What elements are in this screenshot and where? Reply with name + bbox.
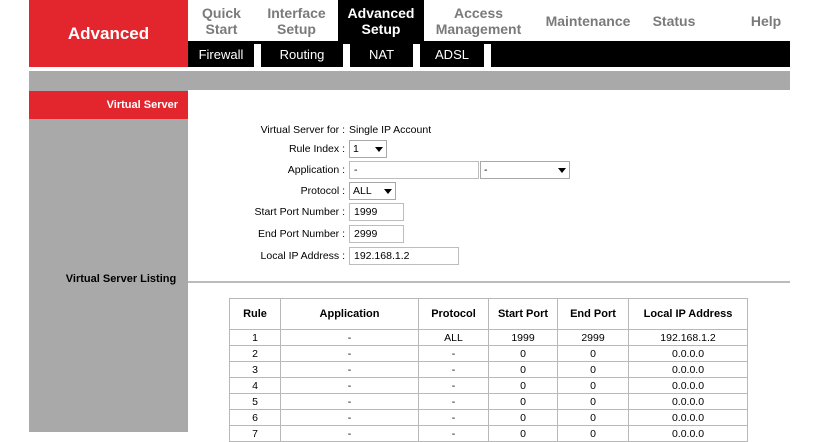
start-port-input[interactable] — [349, 203, 404, 221]
rule-index-label: Rule Index : — [288, 143, 345, 155]
column-header: Local IP Address — [628, 298, 748, 330]
local-ip-label: Local IP Address : — [260, 250, 345, 262]
chevron-down-icon — [375, 146, 383, 152]
tab-help[interactable]: Help — [736, 0, 796, 41]
sub-navigation: Firewall Routing NAT ADSL — [188, 41, 790, 67]
table-row: 4- -0 0 0.0.0.0 — [229, 377, 748, 394]
local-ip-input[interactable] — [349, 247, 459, 265]
tab-advanced-setup[interactable]: Advanced Setup — [338, 0, 424, 41]
brand-tab: Advanced — [29, 0, 188, 67]
virtual-server-for-label: Virtual Server for : — [260, 124, 345, 136]
table-cell: 0 — [488, 361, 558, 378]
table-cell: 0 — [557, 409, 629, 426]
subnav-divider — [413, 44, 420, 67]
table-cell: - — [280, 361, 419, 378]
table-cell: 0.0.0.0 — [628, 393, 748, 410]
chevron-down-icon — [384, 188, 392, 194]
column-header: Application — [280, 298, 419, 330]
table-cell: 0 — [557, 377, 629, 394]
protocol-label: Protocol : — [300, 185, 345, 197]
table-cell: 0 — [488, 409, 558, 426]
chevron-down-icon — [558, 167, 566, 173]
table-row: 5- -0 0 0.0.0.0 — [229, 393, 748, 410]
table-cell: ALL — [418, 329, 489, 346]
end-port-input[interactable] — [349, 225, 404, 243]
subtab-firewall[interactable]: Firewall — [188, 41, 254, 67]
table-row: 2- -0 0 0.0.0.0 — [229, 345, 748, 362]
table-cell: 7 — [229, 425, 281, 442]
table-cell: - — [418, 409, 489, 426]
table-cell: 0 — [557, 425, 629, 442]
column-header: End Port — [557, 298, 629, 330]
table-cell: 0 — [557, 393, 629, 410]
table-row: 6- -0 0 0.0.0.0 — [229, 409, 748, 426]
table-cell: 3 — [229, 361, 281, 378]
tab-interface-setup[interactable]: Interface Setup — [255, 0, 338, 41]
subtab-adsl[interactable]: ADSL — [420, 41, 484, 67]
table-cell: 2 — [229, 345, 281, 362]
subtab-routing[interactable]: Routing — [261, 41, 343, 67]
start-port-label: Start Port Number : — [254, 206, 345, 218]
virtual-server-table: Rule Application Protocol Start Port End… — [229, 298, 748, 442]
sidebar-section-label: Virtual Server Listing — [65, 273, 177, 285]
table-cell: - — [418, 393, 489, 410]
table-cell: 4 — [229, 377, 281, 394]
tab-maintenance[interactable]: Maintenance — [533, 0, 643, 41]
table-cell: 5 — [229, 393, 281, 410]
table-cell: 6 — [229, 409, 281, 426]
table-cell: 0 — [488, 345, 558, 362]
application-select[interactable]: - — [480, 161, 570, 179]
table-cell: - — [280, 345, 419, 362]
table-cell: 0 — [557, 345, 629, 362]
table-cell: 0 — [488, 425, 558, 442]
top-navigation: Quick Start Interface Setup Advanced Setup … — [188, 0, 790, 41]
column-header: Protocol — [418, 298, 489, 330]
table-cell: 0.0.0.0 — [628, 345, 748, 362]
table-cell: - — [418, 425, 489, 442]
subnav-divider — [484, 44, 491, 67]
table-cell: - — [280, 409, 419, 426]
virtual-server-for-value: Single IP Account — [349, 124, 432, 136]
subtab-nat[interactable]: NAT — [350, 41, 413, 67]
section-divider — [188, 281, 790, 283]
tab-status[interactable]: Status — [643, 0, 705, 41]
table-row: 7- -0 0 0.0.0.0 — [229, 425, 748, 442]
table-cell: 1 — [229, 329, 281, 346]
tab-access-management[interactable]: Access Management — [424, 0, 533, 41]
end-port-label: End Port Number : — [258, 228, 345, 240]
application-label: Application : — [287, 164, 345, 176]
table-cell: 0.0.0.0 — [628, 425, 748, 442]
rule-index-select[interactable]: 1 — [349, 140, 387, 158]
table-cell: - — [280, 377, 419, 394]
table-cell: 0 — [488, 393, 558, 410]
table-header-row: Rule Application Protocol Start Port End… — [229, 298, 748, 330]
table-cell: 0 — [488, 377, 558, 394]
column-header: Rule — [229, 298, 281, 330]
protocol-select[interactable]: ALL — [349, 182, 396, 200]
subnav-divider — [254, 44, 261, 67]
table-cell: - — [418, 345, 489, 362]
sidebar — [29, 90, 188, 432]
sidebar-item-virtual-server[interactable]: Virtual Server — [29, 91, 188, 119]
table-cell: 0.0.0.0 — [628, 361, 748, 378]
application-input[interactable] — [349, 161, 479, 179]
table-cell: 0.0.0.0 — [628, 377, 748, 394]
tab-quick-start[interactable]: Quick Start — [188, 0, 255, 41]
table-cell: - — [280, 329, 419, 346]
table-cell: 2999 — [557, 329, 629, 346]
table-cell: 1999 — [488, 329, 558, 346]
table-cell: 0.0.0.0 — [628, 409, 748, 426]
content-header-bar — [29, 71, 790, 90]
table-row: 1- ALL 1999 2999 192.168.1.2 — [229, 329, 748, 346]
table-cell: 192.168.1.2 — [628, 329, 748, 346]
subnav-divider — [343, 44, 350, 67]
table-row: 3- -0 0 0.0.0.0 — [229, 361, 748, 378]
table-cell: - — [280, 425, 419, 442]
table-cell: - — [280, 393, 419, 410]
table-cell: 0 — [557, 361, 629, 378]
table-cell: - — [418, 361, 489, 378]
column-header: Start Port — [488, 298, 558, 330]
table-cell: - — [418, 377, 489, 394]
